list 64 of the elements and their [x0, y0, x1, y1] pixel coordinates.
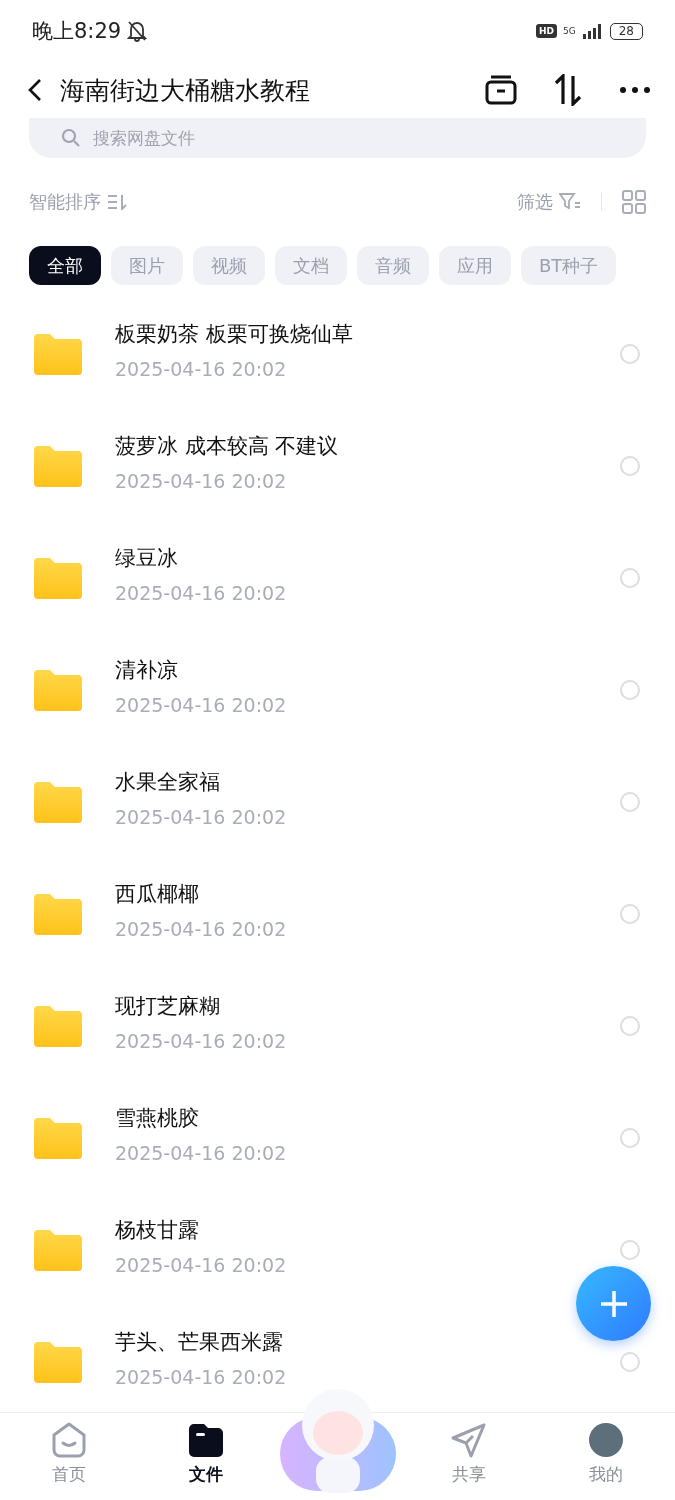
signal-icon — [581, 23, 604, 39]
network-label: 5G — [563, 26, 576, 36]
modified-date: 2025-04-16 20:02 — [115, 470, 287, 492]
avatar — [589, 1423, 624, 1457]
folder-icon — [34, 669, 82, 711]
modified-date: 2025-04-16 20:02 — [115, 1254, 287, 1276]
select-radio[interactable] — [620, 568, 640, 588]
modified-date: 2025-04-16 20:02 — [115, 806, 287, 828]
select-radio[interactable] — [620, 344, 640, 364]
archive-icon[interactable] — [485, 75, 517, 105]
filter-chip[interactable]: 全部 — [29, 246, 101, 285]
folder-name[interactable]: 板栗奶茶 板栗可换烧仙草 — [115, 320, 353, 348]
more-icon[interactable] — [619, 86, 651, 94]
folder-icon — [187, 1421, 226, 1459]
folder-name[interactable]: 西瓜椰椰 — [115, 880, 199, 908]
search-field[interactable]: 搜索网盘文件 — [91, 127, 614, 149]
folder-icon — [34, 893, 82, 935]
nav-tab[interactable]: 文件 — [137, 1413, 275, 1500]
search-bar[interactable]: 搜索网盘文件 — [29, 118, 646, 158]
select-radio[interactable] — [620, 904, 640, 924]
folder-icon — [34, 445, 82, 487]
add-button[interactable] — [576, 1266, 651, 1341]
folder-icon — [34, 1117, 82, 1159]
sort-icon[interactable] — [553, 74, 583, 106]
select-radio[interactable] — [620, 1016, 640, 1036]
sort-lines-icon[interactable] — [107, 194, 127, 210]
modified-date: 2025-04-16 20:02 — [115, 1366, 287, 1388]
filter-icon — [559, 193, 581, 211]
folder-icon — [34, 1229, 82, 1271]
folder-icon — [34, 1005, 82, 1047]
modified-date: 2025-04-16 20:02 — [115, 918, 287, 940]
status-time: 晚上8:29 — [32, 18, 122, 45]
folder-title: 海南街边大桶糖水教程 — [60, 74, 311, 107]
folder-icon — [34, 781, 82, 823]
select-radio[interactable] — [620, 1240, 640, 1260]
folder-name[interactable]: 绿豆冰 — [115, 544, 178, 572]
folder-name[interactable]: 菠萝冰 成本较高 不建议 — [115, 432, 339, 460]
select-radio[interactable] — [620, 680, 640, 700]
modified-date: 2025-04-16 20:02 — [115, 1142, 287, 1164]
folder-icon — [34, 333, 82, 375]
folder-icon — [34, 1341, 82, 1383]
folder-name[interactable]: 清补凉 — [115, 656, 178, 684]
modified-date: 2025-04-16 20:02 — [115, 1030, 287, 1052]
hd-badge: HD — [536, 24, 557, 38]
send-icon — [449, 1421, 488, 1459]
modified-date: 2025-04-16 20:02 — [115, 582, 287, 604]
folder-name[interactable]: 芋头、芒果西米露 — [115, 1328, 283, 1356]
folder-name[interactable]: 雪燕桃胶 — [115, 1104, 199, 1132]
select-radio[interactable] — [620, 792, 640, 812]
grid-view-icon[interactable] — [622, 190, 646, 214]
select-radio[interactable] — [620, 1352, 640, 1372]
search-icon — [61, 128, 81, 148]
battery-indicator: 28 — [609, 22, 643, 40]
folder-icon — [34, 557, 82, 599]
plus-icon — [598, 1288, 629, 1319]
select-radio[interactable] — [620, 1128, 640, 1148]
folder-name[interactable]: 水果全家福 — [115, 768, 220, 796]
folder-name[interactable]: 现打芝麻糊 — [115, 992, 220, 1020]
bell-off-icon — [127, 20, 148, 42]
modified-date: 2025-04-16 20:02 — [115, 694, 287, 716]
modified-date: 2025-04-16 20:02 — [115, 358, 287, 380]
back-icon[interactable] — [28, 78, 42, 102]
select-radio[interactable] — [620, 456, 640, 476]
folder-name[interactable]: 杨枝甘露 — [115, 1216, 199, 1244]
